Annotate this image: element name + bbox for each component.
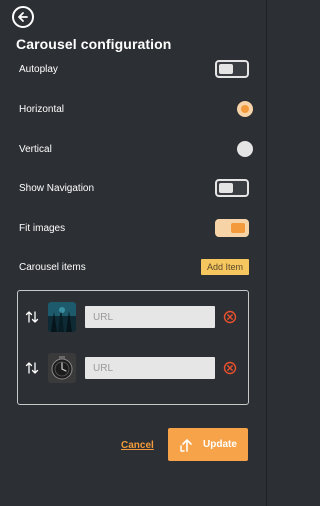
remove-item-icon[interactable] <box>223 361 237 375</box>
clock-image-icon <box>48 353 76 383</box>
autoplay-toggle[interactable] <box>215 60 249 78</box>
carousel-config-panel: Carousel configuration Autoplay Horizont… <box>0 0 267 506</box>
update-button[interactable]: Update <box>168 428 248 461</box>
toggle-knob <box>219 64 233 74</box>
carousel-items-label: Carousel items <box>19 261 86 273</box>
forest-image-icon <box>48 302 76 332</box>
item-thumbnail <box>48 302 76 332</box>
vertical-label: Vertical <box>19 143 52 155</box>
carousel-item <box>18 353 248 383</box>
item-url-input[interactable] <box>85 306 215 328</box>
upload-icon <box>180 438 192 452</box>
carousel-item <box>18 302 248 332</box>
item-url-input[interactable] <box>85 357 215 379</box>
page-title: Carousel configuration <box>16 36 172 52</box>
show-navigation-label: Show Navigation <box>19 182 95 194</box>
item-thumbnail <box>48 353 76 383</box>
autoplay-row: Autoplay <box>19 58 249 80</box>
reorder-icon[interactable] <box>25 361 39 375</box>
horizontal-row: Horizontal <box>19 98 253 120</box>
carousel-items-header: Carousel items Add Item <box>19 256 249 278</box>
horizontal-radio[interactable] <box>237 101 253 117</box>
fit-images-label: Fit images <box>19 222 66 234</box>
add-item-button[interactable]: Add Item <box>200 259 249 275</box>
horizontal-label: Horizontal <box>19 103 65 115</box>
vertical-row: Vertical <box>19 138 253 160</box>
cancel-button[interactable]: Cancel <box>121 440 154 451</box>
reorder-icon[interactable] <box>25 310 39 324</box>
arrow-left-icon <box>18 12 28 22</box>
fit-images-row: Fit images <box>19 217 249 239</box>
show-navigation-row: Show Navigation <box>19 177 249 199</box>
back-button[interactable] <box>12 6 34 28</box>
toggle-knob <box>219 183 233 193</box>
carousel-items-list <box>17 290 249 405</box>
fit-images-toggle[interactable] <box>215 219 249 237</box>
vertical-radio[interactable] <box>237 141 253 157</box>
toggle-knob <box>231 223 245 233</box>
autoplay-label: Autoplay <box>19 63 58 75</box>
remove-item-icon[interactable] <box>223 310 237 324</box>
show-navigation-toggle[interactable] <box>215 179 249 197</box>
update-label: Update <box>203 439 237 450</box>
